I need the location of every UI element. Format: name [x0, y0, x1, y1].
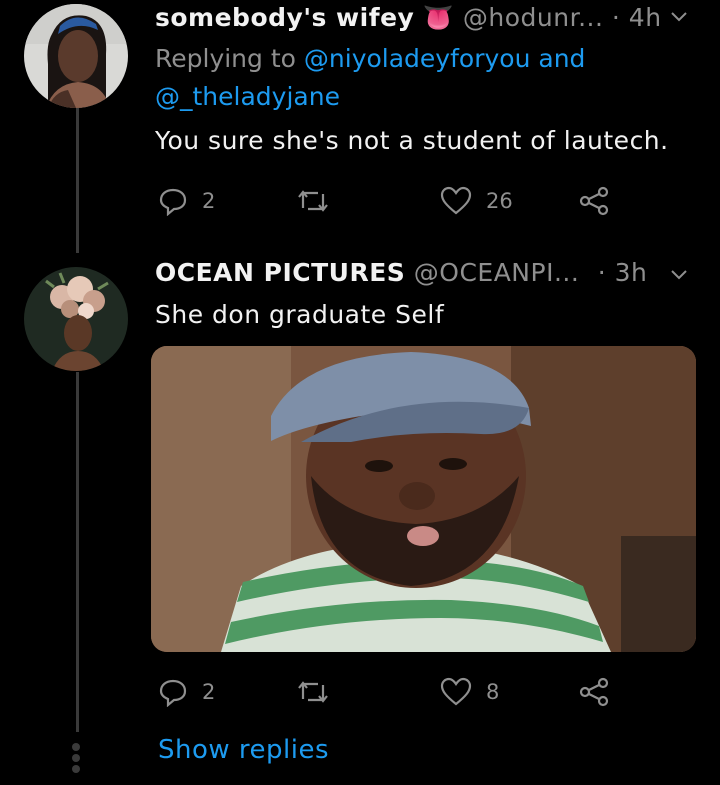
tweet-text: You sure she's not a student of lautech.: [155, 126, 669, 155]
display-name[interactable]: somebody's wifey: [155, 3, 414, 32]
share-button[interactable]: [579, 677, 609, 707]
share-button[interactable]: [579, 186, 609, 216]
retweet-icon: [298, 190, 328, 212]
thread-line: [76, 372, 79, 732]
reply-icon: [159, 679, 187, 707]
tweet-header: OCEAN PICTURES @OCEANPI... · 3h: [155, 258, 647, 287]
chevron-down-icon[interactable]: [670, 10, 688, 24]
timestamp[interactable]: · 4h: [612, 3, 662, 32]
more-dots-icon: [72, 743, 82, 776]
reply-count: 2: [202, 189, 216, 213]
avatar[interactable]: [24, 267, 128, 371]
tweet-header: somebody's wifey 👅 @hodunr... · 4h: [155, 3, 662, 33]
like-icon: [440, 186, 472, 215]
display-name[interactable]: OCEAN PICTURES: [155, 258, 405, 287]
replying-to: Replying to @niyoladeyforyou and @_thela…: [155, 44, 586, 111]
timestamp[interactable]: · 3h: [598, 258, 648, 287]
like-count: 26: [486, 189, 513, 213]
tweet-media-image[interactable]: [151, 346, 696, 652]
reply-button[interactable]: 2: [158, 677, 215, 707]
reply-count: 2: [202, 680, 216, 704]
retweet-icon: [298, 681, 328, 703]
like-button[interactable]: 26: [440, 186, 513, 216]
user-handle[interactable]: @OCEANPI...: [414, 258, 580, 287]
reply-icon: [159, 188, 187, 216]
mention-link[interactable]: @_theladyjane: [155, 82, 340, 111]
share-icon: [579, 186, 609, 216]
mention-and: and: [538, 44, 586, 73]
like-icon: [440, 677, 472, 706]
retweet-button[interactable]: [296, 188, 330, 214]
show-replies-link[interactable]: Show replies: [158, 735, 329, 765]
share-icon: [579, 677, 609, 707]
mention-link[interactable]: @niyoladeyforyou: [304, 44, 531, 73]
tweet-text: She don graduate Self: [155, 300, 445, 329]
thread-line: [76, 108, 79, 253]
chevron-down-icon[interactable]: [670, 268, 688, 282]
reply-button[interactable]: 2: [158, 186, 215, 216]
like-count: 8: [486, 680, 500, 704]
like-button[interactable]: 8: [440, 677, 499, 707]
retweet-button[interactable]: [296, 679, 330, 705]
tongue-emoji: 👅: [422, 3, 455, 32]
user-handle[interactable]: @hodunr...: [463, 3, 604, 32]
avatar[interactable]: [24, 4, 128, 108]
